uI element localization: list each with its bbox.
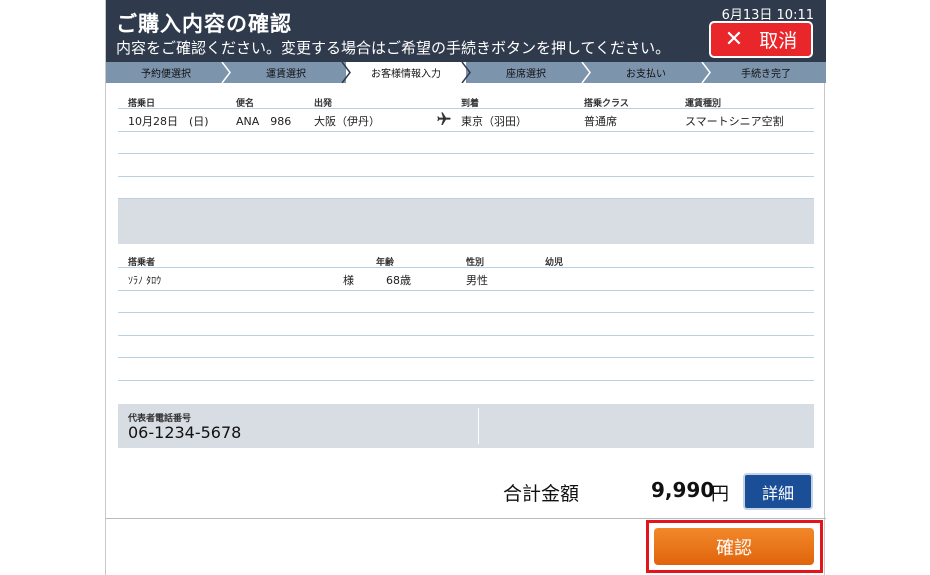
detail-button[interactable]: 詳細 [743, 473, 813, 510]
flight-arrival: 東京（羽田） [461, 115, 527, 128]
passenger-age: 68歳 [386, 274, 411, 287]
total-label: 合計金額 [503, 483, 580, 505]
passenger-table-header: 搭乗者 年齢 性別 幼児 [118, 254, 814, 268]
table-row: 10月28日 (日) ANA 986 大阪（伊丹） 東京（羽田） 普通席 スマー… [118, 109, 814, 132]
col-passenger: 搭乗者 [128, 258, 156, 268]
flight-departure: 大阪（伊丹） [314, 115, 380, 128]
step-seat-select: 座席選択 [466, 62, 591, 83]
col-gender: 性別 [466, 258, 485, 268]
cancel-button[interactable]: ✕ 取消 [709, 21, 813, 58]
section-divider [118, 199, 814, 244]
table-row [118, 132, 814, 154]
step-payment: お支払い [586, 62, 711, 83]
total-unit: 円 [711, 484, 729, 505]
flight-table: 搭乗日 便名 出発 到着 搭乗クラス 運賃種別 10月28日 (日) ANA 9… [118, 95, 814, 199]
table-row [118, 154, 814, 177]
col-infant: 幼児 [545, 258, 564, 268]
page-title: ご購入内容の確認 [116, 12, 292, 36]
flight-date: 10月28日 (日) [128, 115, 209, 128]
table-row [118, 313, 814, 336]
chevron-right-icon [461, 62, 471, 83]
col-flight: 便名 [236, 99, 255, 109]
col-class: 搭乗クラス [584, 99, 629, 109]
table-row [118, 291, 814, 313]
flight-class: 普通席 [584, 115, 617, 128]
divider [106, 518, 826, 519]
col-arrival: 到着 [461, 99, 480, 109]
passenger-name: ｿﾗﾉ ﾀﾛｳ [128, 276, 162, 287]
total-amount: 9,990 [651, 478, 715, 502]
chevron-right-icon [221, 62, 231, 83]
step-customer-info: お客様情報入力 [346, 62, 471, 83]
passenger-honorific: 様 [343, 274, 354, 287]
kiosk-screen: ご購入内容の確認 内容をご確認ください。変更する場合はご希望の手続きボタンを押し… [105, 0, 826, 575]
header-bar: ご購入内容の確認 内容をご確認ください。変更する場合はご希望の手続きボタンを押し… [106, 0, 826, 62]
passenger-gender: 男性 [466, 274, 488, 287]
page-subtitle: 内容をご確認ください。変更する場合はご希望の手続きボタンを押してください。 [116, 39, 671, 57]
airplane-icon [436, 111, 452, 130]
chevron-right-icon [341, 62, 351, 83]
flight-number: ANA 986 [236, 115, 292, 128]
col-age: 年齢 [376, 258, 395, 268]
col-date: 搭乗日 [128, 99, 156, 109]
step-fare-select: 運賃選択 [226, 62, 351, 83]
cancel-button-label: 取消 [759, 30, 798, 52]
passenger-table: 搭乗者 年齢 性別 幼児 ｿﾗﾉ ﾀﾛｳ 様 68歳 男性 [118, 254, 814, 381]
confirm-button[interactable]: 確認 [654, 528, 814, 565]
table-row [118, 358, 814, 381]
step-flight-select: 予約便選択 [106, 62, 231, 83]
col-departure: 出発 [314, 99, 333, 109]
table-row [118, 336, 814, 358]
col-fare: 運賃種別 [685, 99, 722, 109]
contact-phone-box: 代表者電話番号 06-1234-5678 [118, 404, 814, 448]
step-complete: 手続き完了 [741, 69, 791, 80]
table-row: ｿﾗﾉ ﾀﾛｳ 様 68歳 男性 [118, 268, 814, 291]
chevron-right-icon [701, 62, 711, 83]
table-row [118, 177, 814, 199]
flight-fare-type: スマートシニア空割 [685, 115, 784, 128]
progress-steps: 予約便選択 運賃選択 お客様情報入力 座席選択 お支払い 手続き完了 [106, 62, 826, 83]
chevron-right-icon [581, 62, 591, 83]
close-icon: ✕ [724, 26, 744, 52]
divider [478, 408, 479, 444]
flight-table-header: 搭乗日 便名 出発 到着 搭乗クラス 運賃種別 [118, 95, 814, 109]
confirm-highlight: 確認 [646, 520, 823, 573]
phone-value: 06-1234-5678 [128, 423, 242, 442]
